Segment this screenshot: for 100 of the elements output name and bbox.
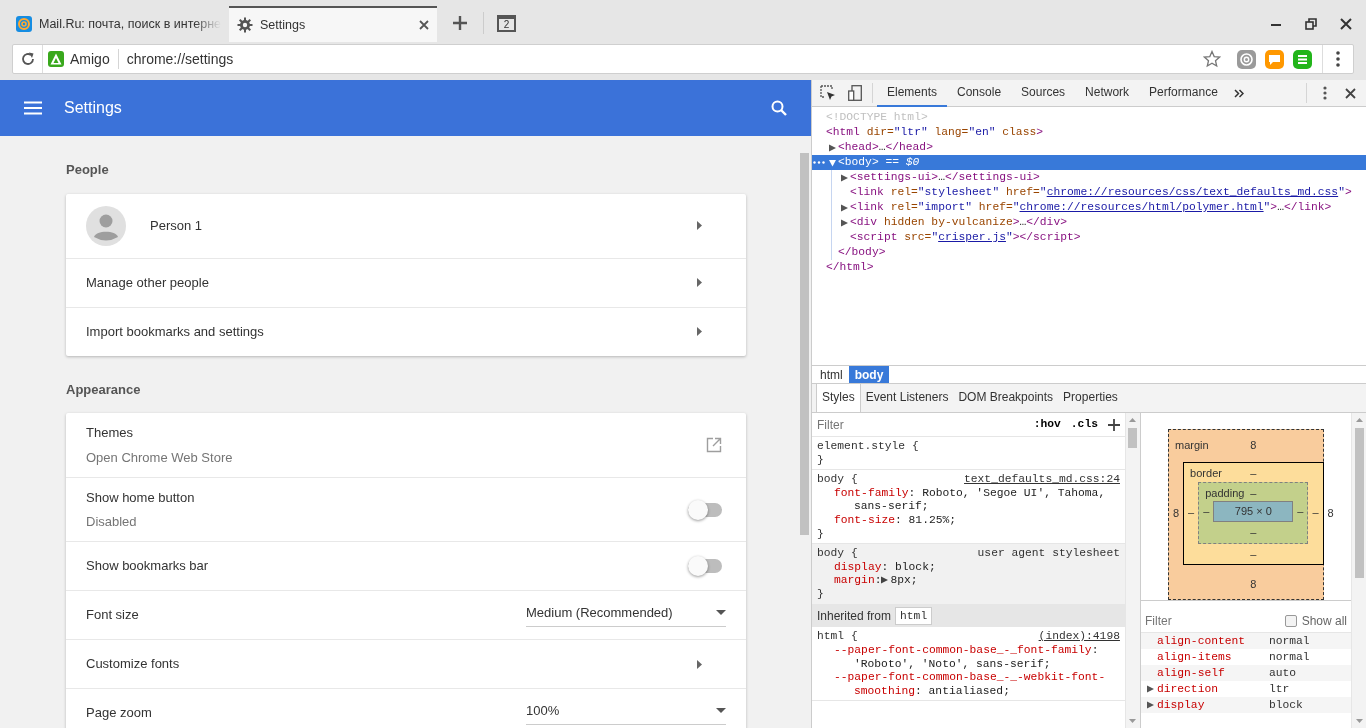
triangle-down-icon[interactable] [829, 158, 836, 167]
property-name: align-items [1156, 649, 1232, 665]
triangle-right-icon[interactable] [1146, 685, 1154, 693]
code-line: <div hidden by-vulcanize>…</div> [850, 215, 1067, 230]
scrollbar[interactable] [1128, 428, 1138, 448]
toggle-button[interactable]: .cls [1070, 416, 1098, 433]
close-icon[interactable] [419, 20, 429, 30]
devtools-tab[interactable]: Elements [877, 79, 948, 107]
plus-icon [453, 16, 467, 30]
chevron-button[interactable] [697, 278, 702, 287]
code-line: </html> [826, 260, 874, 275]
close-icon [1340, 18, 1352, 30]
css-declaration: --paper-font-common-base_-_font-family: 'Roboto', 'Noto', sans-serif; [834, 644, 1099, 670]
chevron-button[interactable] [697, 327, 702, 336]
tab-counter[interactable]: 2 [497, 15, 516, 32]
dropdown[interactable]: 100% [526, 700, 726, 726]
box-label: border [1190, 466, 1223, 481]
device-toolbar-button[interactable] [848, 85, 862, 101]
setting-label: Show bookmarks bar [86, 557, 210, 576]
section-label: Inherited from [817, 608, 892, 625]
address-bar[interactable]: Amigo chrome://settings [12, 44, 1354, 74]
source-link[interactable]: (index):4198 [1038, 630, 1120, 645]
section-heading: People [66, 161, 110, 179]
css-selector: html { [817, 630, 858, 645]
toggle-switch[interactable] [688, 559, 722, 573]
devtools-tab[interactable]: Console [947, 79, 1012, 107]
triangle-right-icon[interactable] [829, 143, 836, 152]
triangle-right-icon[interactable] [881, 576, 889, 585]
panel-tab[interactable]: Styles [816, 383, 861, 412]
triangle-right-icon[interactable] [1146, 701, 1154, 709]
toggle-button[interactable]: :hov [1033, 416, 1061, 433]
devtools-tab[interactable]: Network [1075, 79, 1140, 107]
new-tab-button[interactable] [453, 14, 467, 32]
chat-bubble-icon [1265, 49, 1284, 69]
new-rule-button[interactable] [1107, 418, 1120, 431]
box-value: – [1250, 466, 1257, 481]
property-name: align-content [1156, 633, 1246, 649]
scroll-down-icon[interactable] [1129, 719, 1137, 723]
panel-tab[interactable]: Event Listeners [860, 384, 954, 412]
close-button[interactable] [1340, 18, 1352, 30]
chevron-right-icon [697, 327, 702, 336]
setting-label: Font size [86, 606, 140, 625]
kebab-menu-icon [1323, 86, 1327, 100]
box-label: padding [1205, 485, 1246, 501]
source-link[interactable]: text_defaults_md.css:24 [964, 473, 1120, 487]
external-link-button[interactable] [706, 437, 722, 453]
chevron-right-icon [697, 659, 702, 669]
more-tabs-button[interactable] [1233, 88, 1244, 98]
restore-button[interactable] [1305, 18, 1317, 30]
panel-tab[interactable]: Properties [1058, 384, 1123, 412]
breadcrumb[interactable]: body [848, 366, 890, 383]
code-line: } [817, 587, 825, 602]
search-button[interactable] [771, 100, 787, 116]
setting-description: Disabled [86, 513, 138, 531]
panel-tab[interactable]: DOM Breakpoints [953, 384, 1059, 412]
search-icon [771, 100, 787, 116]
browser-name: Amigo [70, 49, 110, 69]
box-value: 8 [1326, 506, 1335, 522]
setting-label: Page zoom [86, 704, 153, 723]
inspect-button[interactable] [820, 85, 836, 101]
scroll-up-icon[interactable] [1355, 418, 1363, 422]
devtools-tab[interactable]: Performance [1139, 79, 1228, 107]
devtools-tab[interactable]: Sources [1011, 79, 1076, 107]
code-line: <link rel="import" href="chrome://resources/html/polymer.html">…</link> [850, 200, 1332, 215]
box-value: – [1187, 505, 1196, 521]
triangle-right-icon[interactable] [841, 203, 848, 212]
bookmark-star-button[interactable] [1203, 50, 1221, 68]
menu-icon [24, 101, 42, 115]
scrollbar[interactable] [1354, 428, 1364, 578]
code-link[interactable]: crisper.js [938, 231, 1006, 243]
code-link[interactable]: chrome://resources/css/text_defaults_md.css [1046, 186, 1339, 198]
chevron-button[interactable] [697, 659, 702, 669]
breadcrumb[interactable]: html [814, 366, 849, 383]
css-declaration: display: block; [834, 560, 936, 573]
property-value: block [1268, 697, 1303, 713]
chevron-button[interactable] [697, 221, 702, 230]
property-value: ltr [1268, 681, 1290, 697]
extension-button[interactable] [1293, 49, 1312, 69]
tab-title: Settings [260, 16, 307, 34]
dropdown[interactable]: Medium (Recommended) [526, 602, 726, 628]
scrollbar[interactable] [800, 153, 809, 535]
selection-highlight[interactable]: <body> == $0 [812, 155, 1366, 170]
star-icon [1203, 50, 1221, 68]
close-button[interactable] [1345, 87, 1356, 99]
kebab-menu-icon [1336, 51, 1340, 67]
page-title: Settings [64, 98, 123, 118]
code-line: <!DOCTYPE html> [826, 110, 928, 125]
menu-button[interactable] [1323, 86, 1327, 100]
code-link[interactable]: chrome://resources/html/polymer.html [1019, 201, 1264, 213]
node-link[interactable]: html [895, 606, 933, 626]
triangle-right-icon[interactable] [841, 173, 848, 182]
scroll-down-icon[interactable] [1355, 719, 1363, 723]
box-value: – [1311, 505, 1320, 521]
close-icon [1345, 87, 1356, 99]
browser-tab[interactable]: Settings [229, 6, 437, 42]
triangle-right-icon[interactable] [841, 218, 848, 227]
toggle-switch[interactable] [688, 502, 722, 517]
box-label: margin [1175, 437, 1210, 453]
triangle-logo-icon [48, 51, 64, 67]
scroll-up-icon[interactable] [1129, 418, 1137, 422]
